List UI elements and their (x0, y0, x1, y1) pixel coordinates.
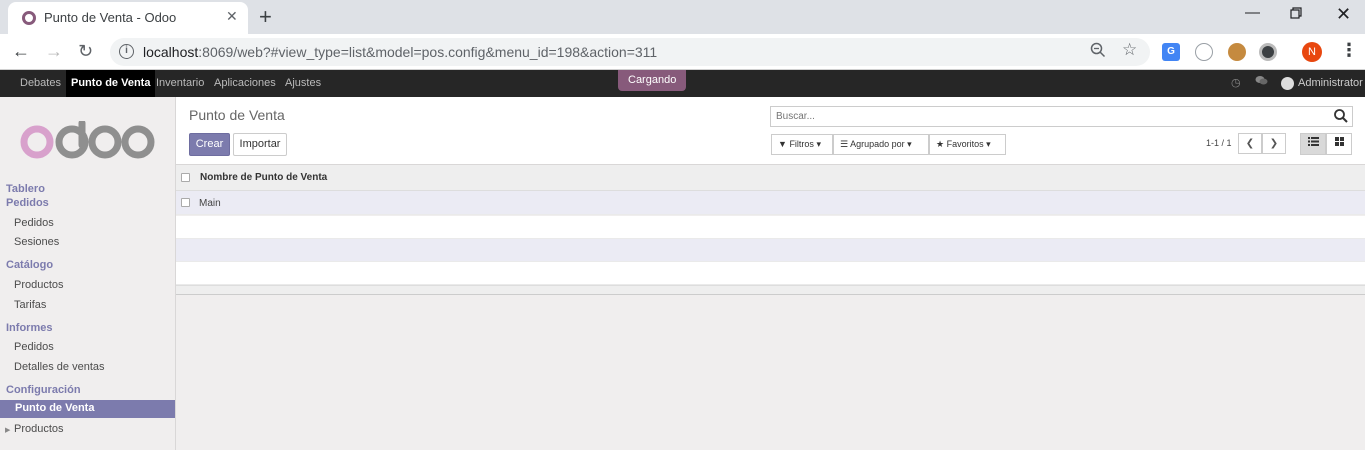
sidebar: Tablero Pedidos Pedidos Sesiones Catálog… (0, 97, 176, 450)
sidebar-section-informes: Informes (6, 322, 53, 334)
empty-table-row (176, 216, 1365, 239)
groupby-dropdown[interactable]: ☰ Agrupado por ▾ (833, 134, 929, 155)
create-button[interactable]: Crear (189, 133, 230, 156)
table-footer (176, 285, 1365, 295)
sidebar-item-sesiones[interactable]: Sesiones (14, 236, 59, 248)
favorites-label: Favoritos (946, 139, 984, 149)
browser-toolbar: ← → ↻ i localhost:8069/web?#view_type=li… (0, 34, 1365, 70)
loading-indicator: Cargando (618, 70, 687, 91)
translate-extension-icon[interactable]: G (1162, 43, 1180, 61)
chevron-right-icon: ❯ (1269, 138, 1279, 149)
sidebar-section-pedidos: Pedidos (6, 197, 49, 209)
bookmark-star-icon[interactable]: ☆ (1122, 40, 1137, 60)
nav-menu-punto-de-venta[interactable]: Punto de Venta (66, 70, 156, 97)
nav-menu-inventario[interactable]: Inventario (151, 70, 209, 97)
activity-clock-icon[interactable]: ◷ (1231, 76, 1241, 89)
table-row[interactable]: Main (176, 191, 1365, 215)
sidebar-item-config-productos[interactable]: Productos (14, 423, 64, 435)
star-icon: ★ (936, 139, 945, 149)
nav-menu-debates[interactable]: Debates (15, 70, 66, 97)
close-window-icon[interactable]: ✕ (1336, 4, 1351, 25)
groupby-label: Agrupado por (850, 139, 905, 149)
favorites-dropdown[interactable]: ★ Favoritos ▾ (929, 134, 1006, 155)
sidebar-item-pedidos[interactable]: Pedidos (14, 217, 54, 229)
empty-table-row (176, 262, 1365, 285)
nav-menu-aplicaciones[interactable]: Aplicaciones (209, 70, 281, 97)
list-view: Nombre de Punto de Venta Main (176, 165, 1365, 450)
chevron-left-icon: ❮ (1245, 138, 1255, 149)
minimize-window-icon[interactable]: — (1245, 4, 1260, 21)
forward-arrow-icon[interactable]: → (45, 41, 63, 62)
filters-dropdown[interactable]: ▼ Filtros ▾ (771, 134, 833, 155)
sidebar-item-label: Punto de Venta (15, 402, 95, 414)
control-panel: Punto de Venta Crear Importar ▼ Filtros … (176, 97, 1365, 165)
back-arrow-icon[interactable]: ← (12, 41, 30, 62)
user-name[interactable]: Administrator (1298, 70, 1363, 97)
odoo-logo[interactable] (20, 121, 156, 161)
import-button[interactable]: Importar (233, 133, 287, 156)
cookie-extension-icon[interactable] (1228, 43, 1246, 61)
sidebar-section-configuracion: Configuración (6, 384, 81, 396)
browser-tab-strip: Punto de Venta - Odoo ✕ + — ✕ (0, 0, 1365, 34)
sidebar-item-tarifas[interactable]: Tarifas (14, 299, 46, 311)
restore-window-icon[interactable] (1290, 6, 1302, 23)
caret-down-icon: ▾ (907, 139, 912, 149)
bars-icon: ☰ (840, 139, 849, 149)
close-tab-icon[interactable]: ✕ (226, 8, 238, 25)
reload-icon[interactable]: ↻ (78, 41, 93, 62)
breadcrumb: Punto de Venta (189, 107, 285, 123)
profile-avatar[interactable]: N (1302, 42, 1322, 62)
list-view-button[interactable] (1300, 133, 1326, 155)
kanban-grid-icon (1334, 137, 1344, 146)
site-info-icon[interactable]: i (119, 44, 134, 59)
row-checkbox[interactable] (181, 198, 190, 207)
search-input[interactable] (771, 107, 1331, 126)
address-bar[interactable]: i localhost:8069/web?#view_type=list&mod… (110, 38, 1150, 66)
sidebar-item-informes-pedidos[interactable]: Pedidos (14, 341, 54, 353)
browser-tab[interactable]: Punto de Venta - Odoo ✕ (8, 2, 248, 34)
list-icon (1307, 137, 1319, 146)
user-avatar[interactable] (1281, 77, 1294, 90)
odoo-favicon-icon (22, 11, 36, 25)
zoom-icon[interactable] (1090, 42, 1106, 62)
search-icon[interactable] (1333, 108, 1349, 124)
nav-menu-ajustes[interactable]: Ajustes (280, 70, 326, 97)
select-all-checkbox[interactable] (181, 173, 190, 182)
caret-right-icon[interactable]: ▶ (5, 426, 10, 434)
pager-previous-button[interactable]: ❮ (1238, 133, 1262, 154)
sidebar-item-productos[interactable]: Productos (14, 279, 64, 291)
column-header-name[interactable]: Nombre de Punto de Venta (200, 172, 327, 183)
empty-table-row (176, 239, 1365, 262)
pager-value[interactable]: 1-1 / 1 (1206, 138, 1232, 148)
filter-icon: ▼ (778, 139, 787, 149)
table-header-row: Nombre de Punto de Venta (176, 165, 1365, 191)
browser-menu-icon[interactable]: ⋮ (1340, 40, 1358, 61)
tab-title: Punto de Venta - Odoo (44, 10, 177, 25)
sidebar-section-tablero[interactable]: Tablero (6, 183, 45, 195)
sidebar-section-catalogo: Catálogo (6, 259, 54, 271)
kanban-view-button[interactable] (1326, 133, 1352, 155)
caret-down-icon: ▾ (986, 139, 991, 149)
dark-mode-extension-icon[interactable] (1259, 43, 1277, 61)
chat-bubbles-icon[interactable] (1255, 75, 1268, 89)
sidebar-item-detalles-de-ventas[interactable]: Detalles de ventas (14, 361, 105, 373)
search-bar (770, 106, 1353, 127)
filters-label: Filtros (789, 139, 814, 149)
new-tab-button[interactable]: + (259, 4, 272, 30)
row-name-cell[interactable]: Main (199, 198, 221, 209)
caret-down-icon: ▾ (816, 139, 821, 149)
sidebar-item-punto-de-venta[interactable]: Punto de Venta (0, 400, 175, 418)
url-text: localhost:8069/web?#view_type=list&model… (143, 44, 658, 60)
pager-next-button[interactable]: ❯ (1262, 133, 1286, 154)
extension-icon[interactable] (1195, 43, 1213, 61)
